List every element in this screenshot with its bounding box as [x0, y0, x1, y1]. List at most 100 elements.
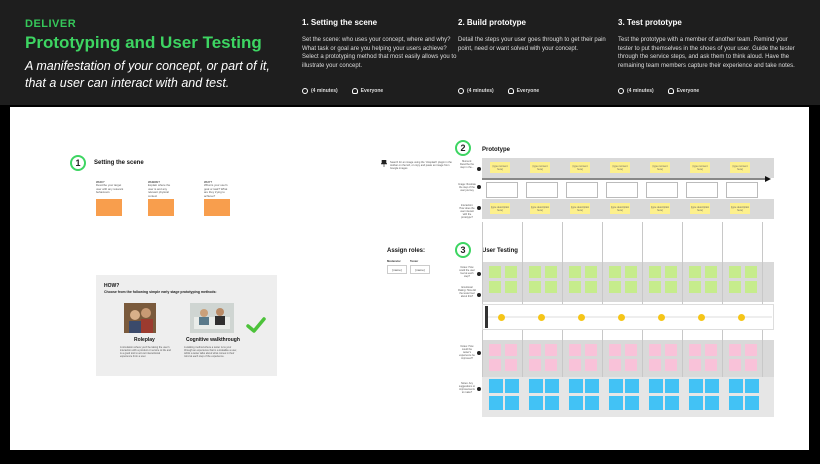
blue-sticky-note[interactable] — [689, 379, 703, 393]
blue-sticky-note[interactable] — [689, 396, 703, 410]
pink-sticky-note[interactable] — [665, 344, 677, 356]
blue-sticky-note[interactable] — [705, 396, 719, 410]
green-sticky-note[interactable] — [649, 266, 661, 278]
blue-sticky-note[interactable] — [649, 396, 663, 410]
pink-sticky-note[interactable] — [689, 359, 701, 371]
pink-sticky-note[interactable] — [545, 344, 557, 356]
green-sticky-note[interactable] — [665, 266, 677, 278]
green-sticky-note[interactable] — [745, 281, 757, 293]
blue-sticky-note[interactable] — [745, 396, 759, 410]
tester-name-field[interactable]: [name] — [410, 265, 430, 274]
pink-sticky-note[interactable] — [585, 359, 597, 371]
green-sticky-note[interactable] — [745, 266, 757, 278]
green-sticky-note[interactable] — [609, 281, 621, 293]
blue-sticky-note[interactable] — [569, 379, 583, 393]
description-sticky[interactable]: (type description here) — [530, 203, 550, 214]
pink-sticky-note[interactable] — [745, 359, 757, 371]
pink-sticky-note[interactable] — [665, 359, 677, 371]
blue-sticky-note[interactable] — [729, 396, 743, 410]
blue-sticky-note[interactable] — [705, 379, 719, 393]
emotion-rating-dot[interactable] — [578, 314, 585, 321]
moment-sticky[interactable]: (type moment here) — [650, 162, 670, 173]
pink-sticky-note[interactable] — [505, 359, 517, 371]
blue-sticky-note[interactable] — [665, 379, 679, 393]
green-sticky-note[interactable] — [705, 266, 717, 278]
image-placeholder[interactable] — [566, 182, 598, 198]
green-sticky-note[interactable] — [625, 281, 637, 293]
pink-sticky-note[interactable] — [569, 344, 581, 356]
green-sticky-note[interactable] — [609, 266, 621, 278]
blue-sticky-note[interactable] — [665, 396, 679, 410]
pink-sticky-note[interactable] — [489, 359, 501, 371]
description-sticky[interactable]: (type description here) — [490, 203, 510, 214]
blue-sticky-note[interactable] — [529, 396, 543, 410]
description-sticky[interactable]: (type description here) — [570, 203, 590, 214]
blue-sticky-note[interactable] — [489, 396, 503, 410]
emotion-rating-dot[interactable] — [738, 314, 745, 321]
green-sticky-note[interactable] — [665, 281, 677, 293]
sticky-note[interactable] — [148, 199, 174, 216]
emotion-rating-dot[interactable] — [498, 314, 505, 321]
pink-sticky-note[interactable] — [729, 344, 741, 356]
blue-sticky-note[interactable] — [569, 396, 583, 410]
pink-sticky-note[interactable] — [505, 344, 517, 356]
emotion-rating-dot[interactable] — [658, 314, 665, 321]
green-sticky-note[interactable] — [529, 281, 541, 293]
blue-sticky-note[interactable] — [729, 379, 743, 393]
blue-sticky-note[interactable] — [529, 379, 543, 393]
green-sticky-note[interactable] — [569, 281, 581, 293]
pink-sticky-note[interactable] — [705, 344, 717, 356]
blue-sticky-note[interactable] — [609, 379, 623, 393]
pink-sticky-note[interactable] — [609, 344, 621, 356]
blue-sticky-note[interactable] — [609, 396, 623, 410]
pink-sticky-note[interactable] — [649, 359, 661, 371]
image-placeholder[interactable] — [486, 182, 518, 198]
pink-sticky-note[interactable] — [689, 344, 701, 356]
moment-sticky[interactable]: (type moment here) — [570, 162, 590, 173]
emotion-rating-dot[interactable] — [618, 314, 625, 321]
emotion-rating-dot[interactable] — [698, 314, 705, 321]
moderator-name-field[interactable]: [name] — [387, 265, 407, 274]
green-sticky-note[interactable] — [585, 266, 597, 278]
pink-sticky-note[interactable] — [649, 344, 661, 356]
green-sticky-note[interactable] — [545, 266, 557, 278]
blue-sticky-note[interactable] — [489, 379, 503, 393]
description-sticky[interactable]: (type description here) — [730, 203, 750, 214]
pink-sticky-note[interactable] — [625, 359, 637, 371]
blue-sticky-note[interactable] — [505, 379, 519, 393]
image-placeholder[interactable] — [526, 182, 558, 198]
blue-sticky-note[interactable] — [625, 379, 639, 393]
whiteboard-canvas[interactable]: 1 Setting the scene WHO? Describe your ta… — [10, 107, 809, 450]
blue-sticky-note[interactable] — [545, 396, 559, 410]
pink-sticky-note[interactable] — [729, 359, 741, 371]
green-sticky-note[interactable] — [649, 281, 661, 293]
blue-sticky-note[interactable] — [585, 396, 599, 410]
pink-sticky-note[interactable] — [569, 359, 581, 371]
description-sticky[interactable]: (type description here) — [610, 203, 630, 214]
sticky-note[interactable] — [96, 199, 122, 216]
description-sticky[interactable]: (type description here) — [690, 203, 710, 214]
blue-sticky-note[interactable] — [545, 379, 559, 393]
blue-sticky-note[interactable] — [625, 396, 639, 410]
green-sticky-note[interactable] — [569, 266, 581, 278]
image-placeholder[interactable] — [606, 182, 638, 198]
pink-sticky-note[interactable] — [489, 344, 501, 356]
green-sticky-note[interactable] — [705, 281, 717, 293]
pink-sticky-note[interactable] — [625, 344, 637, 356]
pink-sticky-note[interactable] — [529, 359, 541, 371]
blue-sticky-note[interactable] — [505, 396, 519, 410]
emotion-rating-dot[interactable] — [538, 314, 545, 321]
image-placeholder[interactable] — [726, 182, 758, 198]
moment-sticky[interactable]: (type moment here) — [610, 162, 630, 173]
green-sticky-note[interactable] — [729, 281, 741, 293]
pink-sticky-note[interactable] — [585, 344, 597, 356]
pink-sticky-note[interactable] — [609, 359, 621, 371]
green-sticky-note[interactable] — [689, 281, 701, 293]
pink-sticky-note[interactable] — [705, 359, 717, 371]
blue-sticky-note[interactable] — [649, 379, 663, 393]
moment-sticky[interactable]: (type moment here) — [690, 162, 710, 173]
green-sticky-note[interactable] — [489, 266, 501, 278]
blue-sticky-note[interactable] — [745, 379, 759, 393]
pink-sticky-note[interactable] — [745, 344, 757, 356]
green-sticky-note[interactable] — [505, 266, 517, 278]
